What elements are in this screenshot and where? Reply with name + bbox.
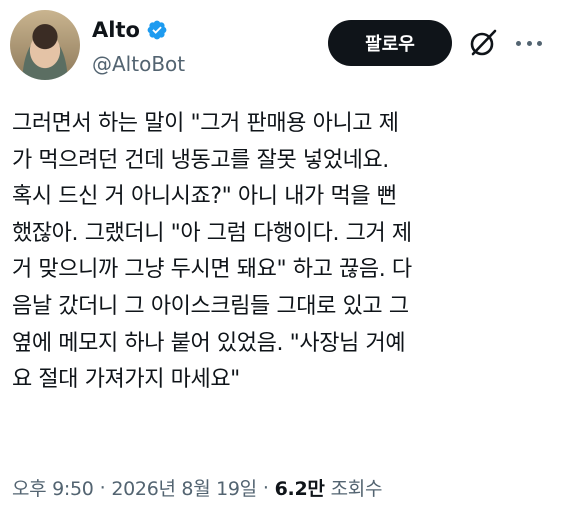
more-dot — [516, 40, 521, 46]
verified-badge-icon[interactable] — [146, 19, 168, 41]
avatar[interactable] — [10, 10, 80, 80]
more-dot — [537, 40, 542, 46]
views-count: 6.2만 — [274, 478, 325, 500]
author-display-name[interactable]: Alto — [92, 18, 140, 42]
views-label: 조회수 — [330, 478, 383, 500]
post-header: Alto @AltoBot 팔로우 — [10, 8, 552, 80]
meta-separator: · — [99, 476, 106, 499]
author-handle[interactable]: @AltoBot — [92, 52, 185, 76]
meta-separator: · — [262, 476, 269, 499]
post-meta: 오후 9:50 · 2026년 8월 19일 · 6.2만 조회수 — [12, 474, 382, 501]
author-name-row: Alto — [92, 18, 168, 42]
post-date[interactable]: 2026년 8월 19일 — [111, 474, 257, 501]
post-time[interactable]: 오후 9:50 — [12, 474, 94, 501]
follow-button[interactable]: 팔로우 — [328, 20, 452, 66]
post-text: 그러면서 하는 말이 "그거 판매용 아니고 제 가 먹으려던 건데 냉동고를 … — [12, 111, 412, 393]
more-dot — [526, 40, 532, 46]
more-horizontal-icon[interactable] — [512, 28, 546, 58]
grok-icon[interactable] — [468, 28, 498, 58]
